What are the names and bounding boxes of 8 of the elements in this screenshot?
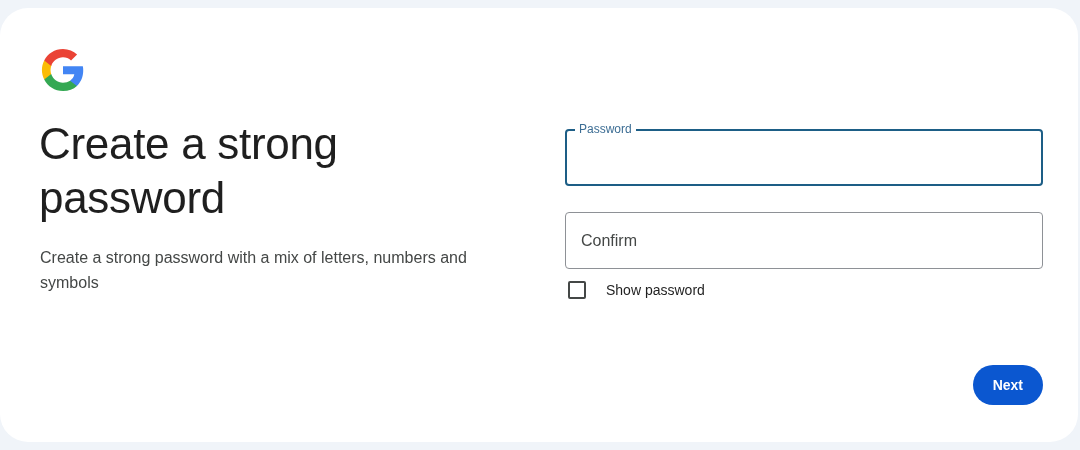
logo-icon <box>40 47 86 93</box>
confirm-field[interactable]: Confirm <box>565 212 1043 269</box>
description-text: Create a strong password with a mix of letters, numbers and symbols <box>40 248 468 293</box>
checkbox[interactable] <box>568 281 586 299</box>
field-label: Password <box>575 122 636 136</box>
checkbox-label: Show password <box>606 282 705 298</box>
next-button[interactable]: Next <box>972 365 1043 405</box>
page-heading: Create a strong password <box>39 118 339 224</box>
